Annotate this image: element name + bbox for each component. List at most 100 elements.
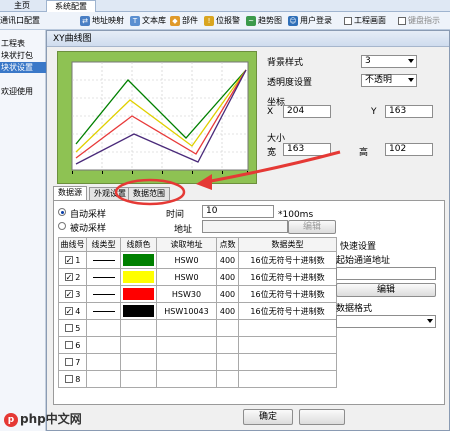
y-label: Y (371, 107, 377, 117)
curve-no-cell[interactable]: ✓ 1 (58, 251, 87, 269)
line-color-cell[interactable] (120, 319, 157, 337)
curve-checkbox[interactable] (64, 324, 73, 332)
line-color-cell[interactable] (120, 353, 157, 371)
read-address-cell[interactable] (156, 370, 217, 388)
toolbar-user-login[interactable]: ☺ 用户登录 (288, 14, 332, 28)
line-type-cell[interactable] (86, 353, 121, 371)
toolbar-project-screen[interactable]: 工程画面 (344, 14, 386, 28)
curve-no-cell[interactable]: 7 (58, 353, 87, 371)
toolbar-trend-chart[interactable]: ~ 趋势图 (246, 14, 282, 28)
points-cell[interactable] (216, 353, 239, 371)
line-type-cell[interactable] (86, 251, 121, 269)
curve-no-cell[interactable]: ✓ 2 (58, 268, 87, 286)
start-address-input[interactable] (336, 267, 436, 280)
points-cell[interactable]: 400 (216, 251, 239, 269)
address-edit-button[interactable]: 编辑 (288, 220, 336, 234)
line-color-cell[interactable] (120, 285, 157, 303)
line-type-cell[interactable] (86, 336, 121, 354)
line-color-cell[interactable] (120, 251, 157, 269)
curve-checkbox[interactable]: ✓ (64, 256, 73, 265)
line-type-cell[interactable] (86, 319, 121, 337)
points-cell[interactable]: 400 (216, 268, 239, 286)
passive-sample-radio[interactable] (58, 222, 66, 230)
curve-checkbox[interactable] (64, 341, 73, 349)
curve-no-cell[interactable]: 8 (58, 370, 87, 388)
bg-style-select[interactable]: 3 (361, 55, 417, 68)
ok-button[interactable]: 确定 (243, 409, 293, 425)
start-address-edit-button[interactable]: 编辑 (336, 283, 436, 297)
transparency-select[interactable]: 不透明 (361, 74, 417, 87)
points-cell[interactable] (216, 319, 239, 337)
toolbar-comm-port[interactable]: 通讯口配置 (0, 14, 40, 28)
data-type-cell[interactable] (238, 319, 337, 337)
data-format-select[interactable] (336, 315, 436, 328)
points-cell[interactable]: 400 (216, 285, 239, 303)
top-tab-system-config[interactable]: 系统配置 (46, 0, 96, 12)
sidebar-item-project[interactable]: 工程表 (0, 38, 46, 49)
read-address-cell[interactable] (156, 319, 217, 337)
data-type-cell[interactable] (238, 336, 337, 354)
curve-checkbox[interactable] (64, 358, 73, 366)
line-color-cell[interactable] (120, 302, 157, 320)
toolbar-address-map[interactable]: ⇄ 地址映射 (80, 14, 124, 28)
read-address-cell[interactable] (156, 353, 217, 371)
curve-checkbox[interactable] (64, 375, 73, 383)
x-input[interactable]: 204 (283, 105, 331, 118)
cancel-button[interactable] (299, 409, 345, 425)
table-row[interactable]: 8 (58, 370, 337, 388)
data-type-cell[interactable] (238, 370, 337, 388)
line-sample (92, 293, 115, 295)
data-type-cell[interactable]: 16位无符号十进制数 (238, 302, 337, 320)
y-input[interactable]: 163 (385, 105, 433, 118)
line-type-cell[interactable] (86, 370, 121, 388)
width-input[interactable]: 163 (283, 143, 331, 156)
line-color-cell[interactable] (120, 336, 157, 354)
toolbar-parts[interactable]: ◆ 部件 (170, 14, 198, 28)
auto-sample-radio[interactable] (58, 208, 66, 216)
curve-checkbox[interactable]: ✓ (64, 290, 73, 299)
points-cell[interactable]: 400 (216, 302, 239, 320)
table-row[interactable]: 6 (58, 336, 337, 354)
sidebar-item-block-settings[interactable]: 块状设置 (0, 62, 46, 73)
read-address-cell[interactable]: HSW10043 (156, 302, 217, 320)
data-type-cell[interactable] (238, 353, 337, 371)
table-row[interactable]: ✓ 3 HSW30 400 16位无符号十进制数 (58, 285, 337, 303)
toolbar-bit-alarm[interactable]: ! 位报警 (204, 14, 240, 28)
table-row[interactable]: ✓ 2 HSW0 400 16位无符号十进制数 (58, 268, 337, 286)
tab-data-source[interactable]: 数据源 (53, 186, 87, 201)
tab-data-range[interactable]: 数据范围 (128, 187, 170, 200)
top-tab-home[interactable]: 主页 (6, 0, 38, 12)
table-row[interactable]: 5 (58, 319, 337, 337)
curve-no-cell[interactable]: 6 (58, 336, 87, 354)
read-address-cell[interactable]: HSW30 (156, 285, 217, 303)
points-cell[interactable] (216, 336, 239, 354)
table-row[interactable]: ✓ 1 HSW0 400 16位无符号十进制数 (58, 251, 337, 269)
read-address-cell[interactable]: HSW0 (156, 251, 217, 269)
points-cell[interactable] (216, 370, 239, 388)
line-color-cell[interactable] (120, 268, 157, 286)
toolbar-text-library[interactable]: T 文本库 (130, 14, 166, 28)
line-type-cell[interactable] (86, 285, 121, 303)
tab-appearance[interactable]: 外观设置 (89, 187, 131, 200)
height-input[interactable]: 102 (385, 143, 433, 156)
sidebar-item-welcome[interactable]: 欢迎使用 (0, 86, 46, 97)
read-address-cell[interactable]: HSW0 (156, 268, 217, 286)
curve-checkbox[interactable]: ✓ (64, 273, 73, 282)
table-row[interactable]: ✓ 4 HSW10043 400 16位无符号十进制数 (58, 302, 337, 320)
data-type-cell[interactable]: 16位无符号十进制数 (238, 251, 337, 269)
sidebar-item-block-pack[interactable]: 块状打包 (0, 50, 46, 61)
line-type-cell[interactable] (86, 302, 121, 320)
curve-checkbox[interactable]: ✓ (64, 307, 73, 316)
table-row[interactable]: 7 (58, 353, 337, 371)
line-color-cell[interactable] (120, 370, 157, 388)
line-type-cell[interactable] (86, 268, 121, 286)
read-address-cell[interactable] (156, 336, 217, 354)
toolbar-keyboard-indicator[interactable]: 键盘指示 (398, 14, 440, 28)
curve-no-cell[interactable]: ✓ 4 (58, 302, 87, 320)
data-type-cell[interactable]: 16位无符号十进制数 (238, 268, 337, 286)
data-type-cell[interactable]: 16位无符号十进制数 (238, 285, 337, 303)
time-input[interactable]: 10 (202, 205, 274, 218)
curve-no-cell[interactable]: 5 (58, 319, 87, 337)
address-input[interactable] (202, 220, 288, 233)
curve-no-cell[interactable]: ✓ 3 (58, 285, 87, 303)
